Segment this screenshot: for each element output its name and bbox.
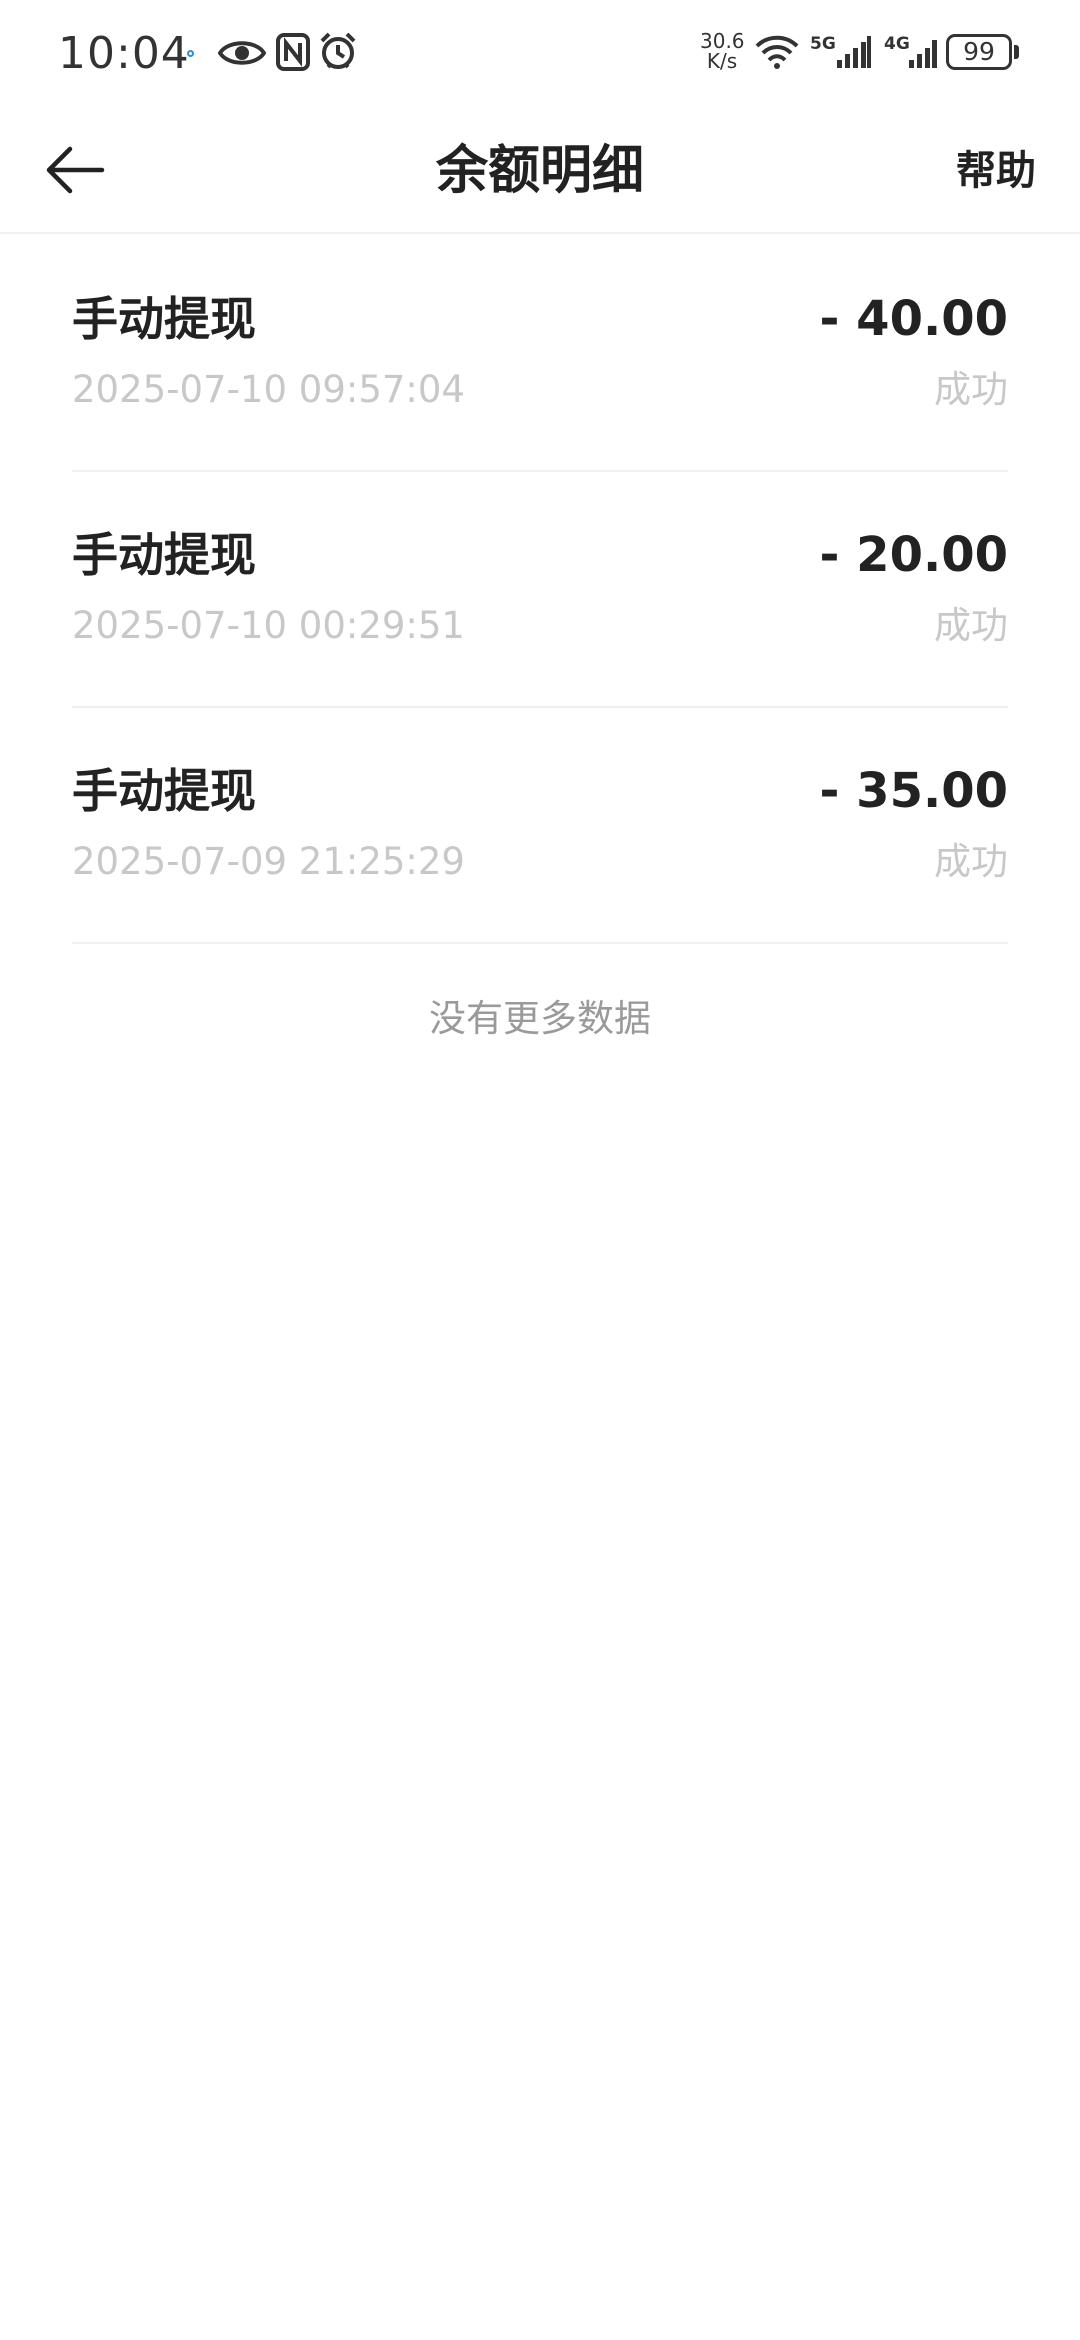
transaction-row[interactable]: 手动提现 2025-07-10 09:57:04 - 40.00 成功 xyxy=(72,236,1008,472)
network-speed-value: 30.6 xyxy=(700,29,745,53)
transaction-status: 成功 xyxy=(934,840,1008,883)
wifi-icon xyxy=(755,35,799,69)
nfc-icon xyxy=(276,33,310,71)
page-title: 余额明细 xyxy=(435,141,644,201)
help-button[interactable]: 帮助 xyxy=(956,108,1036,234)
status-bar: 10:04 30.6 K/s 5G 4G 99 xyxy=(0,0,1080,108)
transaction-amount: - 40.00 xyxy=(819,291,1008,347)
status-time: 10:04 xyxy=(58,28,190,79)
network-speed-unit: K/s xyxy=(706,49,738,73)
transaction-title: 手动提现 xyxy=(72,292,256,346)
eye-icon xyxy=(218,41,266,65)
battery-tip xyxy=(1014,45,1019,59)
transaction-title: 手动提现 xyxy=(72,528,256,582)
balance-detail-page: 10:04 30.6 K/s 5G 4G 99 余额明细 帮助 手动提现 202… xyxy=(0,0,1080,2340)
alarm-icon xyxy=(320,32,356,69)
transaction-time: 2025-07-10 09:57:04 xyxy=(72,368,465,411)
network-type-5g: 5G xyxy=(810,34,836,54)
transaction-row[interactable]: 手动提现 2025-07-10 00:29:51 - 20.00 成功 xyxy=(72,472,1008,708)
transaction-status: 成功 xyxy=(934,368,1008,411)
header: 余额明细 帮助 xyxy=(0,108,1080,234)
transaction-status: 成功 xyxy=(934,604,1008,647)
network-speed: 30.6 K/s xyxy=(700,29,745,73)
signal-icon xyxy=(909,40,937,68)
transaction-row[interactable]: 手动提现 2025-07-09 21:25:29 - 35.00 成功 xyxy=(72,708,1008,944)
transaction-time: 2025-07-10 00:29:51 xyxy=(72,604,465,647)
network-type-4g: 4G xyxy=(884,34,910,54)
no-more-data-text: 没有更多数据 xyxy=(429,997,651,1040)
transaction-amount: - 20.00 xyxy=(819,527,1008,583)
signal-icon xyxy=(837,36,871,68)
notification-dot-icon xyxy=(187,50,194,57)
arrow-left-icon xyxy=(46,146,105,194)
transaction-list: 手动提现 2025-07-10 09:57:04 - 40.00 成功 手动提现… xyxy=(72,236,1008,944)
transaction-amount: - 35.00 xyxy=(819,763,1008,819)
battery-icon: 99 xyxy=(946,34,1012,70)
transaction-title: 手动提现 xyxy=(72,764,256,818)
back-button[interactable] xyxy=(30,130,120,210)
transaction-time: 2025-07-09 21:25:29 xyxy=(72,840,465,883)
